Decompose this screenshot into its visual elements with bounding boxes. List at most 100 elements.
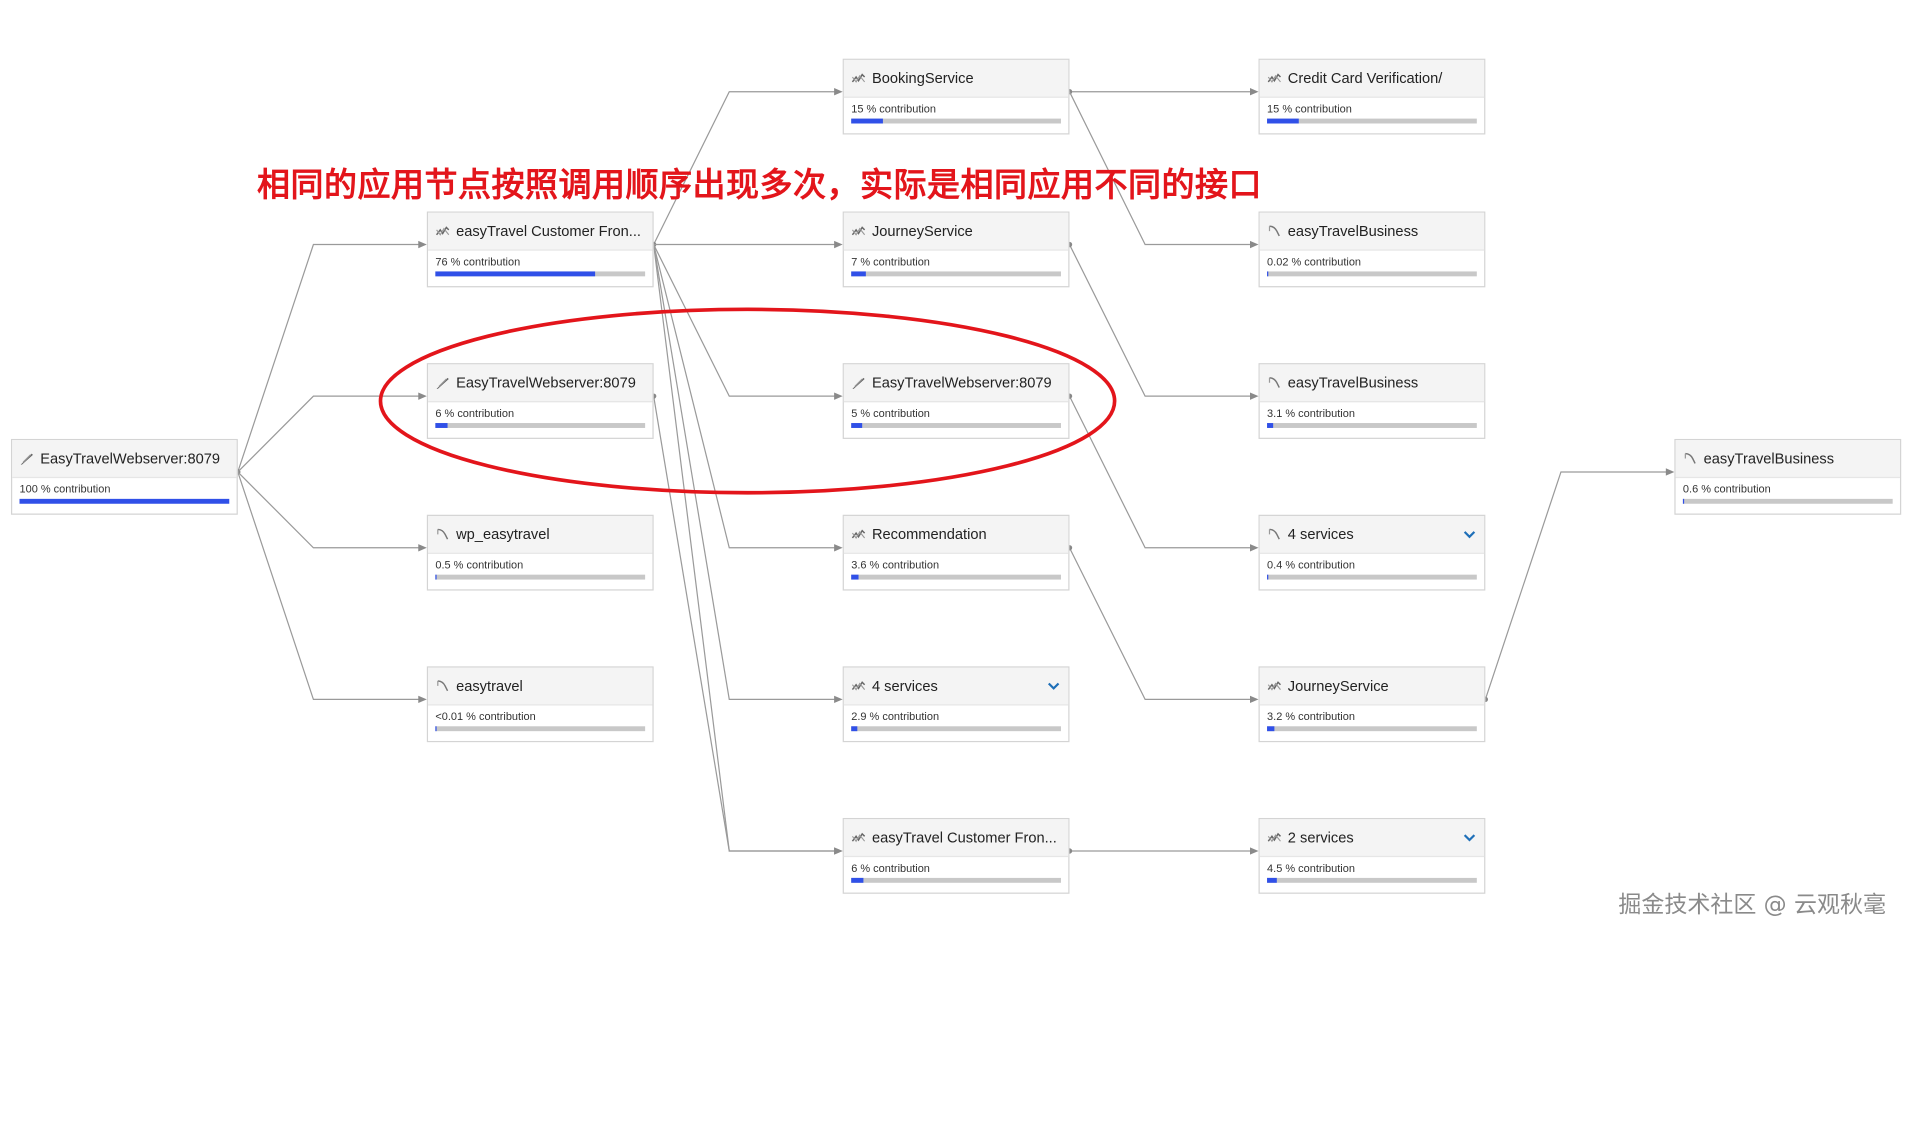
- edge-arrowhead: [1249, 240, 1259, 249]
- service-icon: [851, 679, 866, 694]
- node-title: wp_easytravel: [456, 525, 550, 543]
- contribution-bar: [1267, 423, 1477, 428]
- node-journey-service-second[interactable]: JourneyService 3.2 % contribution: [1258, 666, 1486, 743]
- contribution-bar: [435, 574, 646, 580]
- contribution-bar: [1267, 271, 1477, 277]
- contribution-bar: [435, 423, 646, 428]
- service-icon: [851, 527, 866, 542]
- node-easytravel-business-2[interactable]: easyTravelBusiness 3.1 % contribution: [1258, 363, 1486, 439]
- edge-arrowhead: [1249, 392, 1259, 400]
- contribution-bar: [851, 423, 1061, 428]
- contribution-bar: [851, 118, 1061, 124]
- contribution-label: 7 % contribution: [851, 255, 930, 268]
- node-title: easyTravel Customer Fron...: [456, 222, 641, 240]
- node-easytravel-db[interactable]: easytravel <0.01 % contribution: [426, 666, 654, 743]
- edge-arrowhead: [834, 695, 843, 704]
- service-icon: [851, 224, 866, 239]
- contribution-bar-fill: [435, 271, 595, 277]
- node-title: JourneyService: [871, 222, 973, 240]
- call-edge: [237, 243, 420, 473]
- node-title: EasyTravelWebserver:8079: [456, 374, 636, 392]
- call-edges: [235, 88, 1675, 855]
- node-wp-easytravel[interactable]: wp_easytravel 0.5 % contribution: [426, 514, 654, 591]
- database-icon: [1267, 375, 1282, 390]
- contribution-label: <0.01 % contribution: [435, 710, 536, 723]
- edge-arrowhead: [418, 392, 427, 400]
- service-icon: [851, 830, 866, 845]
- node-header: EasyTravelWebserver:8079: [843, 364, 1069, 403]
- node-4-services-db-group[interactable]: 4 services 0.4 % contribution: [1258, 514, 1486, 591]
- webserver-icon: [20, 451, 35, 466]
- call-edge: [1068, 395, 1252, 549]
- node-4-services-group[interactable]: 4 services 2.9 % contribution: [842, 666, 1070, 743]
- node-header: 4 services: [843, 667, 1069, 706]
- node-easytravel-business-1[interactable]: easyTravelBusiness 0.02 % contribution: [1258, 211, 1486, 288]
- node-webserver-second[interactable]: EasyTravelWebserver:8079 6 % contribution: [426, 363, 654, 439]
- node-header: easytravel: [428, 667, 653, 706]
- node-header: JourneyService: [843, 212, 1069, 251]
- contribution-label: 3.6 % contribution: [851, 558, 940, 572]
- contribution-bar-fill: [851, 574, 859, 580]
- chevron-down-icon[interactable]: [1462, 830, 1477, 845]
- node-title: easyTravelBusiness: [1287, 222, 1419, 240]
- contribution-label: 0.4 % contribution: [1267, 558, 1355, 572]
- node-header: 2 services: [1259, 819, 1485, 858]
- edge-arrowhead: [418, 240, 427, 249]
- contribution-label: 0.02 % contribution: [1267, 255, 1362, 268]
- node-header: EasyTravelWebserver:8079: [428, 364, 653, 403]
- contribution-bar: [1267, 726, 1477, 732]
- node-header: Recommendation: [843, 515, 1069, 554]
- database-icon: [1683, 451, 1698, 466]
- database-icon: [435, 527, 450, 542]
- contribution-bar-fill: [1267, 877, 1277, 883]
- node-credit-card-verification[interactable]: Credit Card Verification/15 % contributi…: [1258, 58, 1486, 135]
- contribution-bar-fill: [435, 423, 448, 428]
- contribution-label: 15 % contribution: [1267, 102, 1352, 115]
- service-icon: [1267, 679, 1282, 694]
- edge-arrowhead: [834, 847, 843, 855]
- annotation-text: 相同的应用节点按照调用顺序出现多次，实际是相同应用不同的接口: [257, 165, 1262, 204]
- node-title: EasyTravelWebserver:8079: [871, 374, 1052, 392]
- contribution-bar-fill: [19, 498, 230, 504]
- contribution-label: 0.6 % contribution: [1682, 482, 1771, 496]
- edge-arrowhead: [1249, 544, 1259, 552]
- contribution-bar: [1267, 877, 1477, 883]
- node-header: easyTravel Customer Fron...: [428, 212, 653, 251]
- contribution-bar: [435, 271, 646, 277]
- node-easytravel-business-3[interactable]: easyTravelBusiness 0.6 % contribution: [1674, 438, 1902, 515]
- node-webserver-root[interactable]: EasyTravelWebserver:8079 100 % contributi…: [10, 438, 238, 515]
- call-edge: [1068, 547, 1252, 700]
- edge-arrowhead: [1249, 847, 1259, 855]
- node-booking-service[interactable]: BookingService 15 % contribution: [842, 58, 1070, 135]
- contribution-bar-fill: [851, 423, 862, 428]
- node-header: BookingService: [843, 59, 1069, 98]
- node-journey-service[interactable]: JourneyService 7 % contribution: [842, 211, 1070, 288]
- contribution-bar-fill: [1267, 271, 1269, 277]
- call-edge: [237, 471, 420, 549]
- contribution-bar-fill: [851, 118, 883, 124]
- contribution-bar-fill: [1267, 423, 1274, 428]
- contribution-label: 6 % contribution: [851, 862, 930, 875]
- node-2-services-group[interactable]: 2 services 4.5 % contribution: [1258, 817, 1486, 894]
- edge-arrowhead: [834, 240, 843, 249]
- node-customer-frontend-second[interactable]: easyTravel Customer Fron... 6 % contribut…: [842, 817, 1070, 894]
- contribution-bar: [19, 498, 230, 504]
- edge-arrowhead: [1249, 88, 1259, 96]
- node-recommendation[interactable]: Recommendation 3.6 % contribution: [842, 514, 1070, 591]
- call-edge: [653, 244, 836, 397]
- chevron-down-icon[interactable]: [1462, 527, 1477, 542]
- node-title: easyTravel Customer Fron...: [871, 828, 1057, 847]
- chevron-down-icon[interactable]: [1046, 679, 1061, 694]
- contribution-bar: [851, 271, 1061, 277]
- contribution-label: 15 % contribution: [851, 102, 937, 115]
- node-customer-frontend[interactable]: easyTravel Customer Fron... 76 % contribu…: [426, 211, 654, 288]
- node-header: wp_easytravel: [428, 515, 653, 554]
- contribution-label: 2.9 % contribution: [851, 710, 940, 723]
- edge-arrowhead: [1665, 468, 1675, 476]
- contribution-bar-fill: [1267, 726, 1274, 732]
- node-webserver-third[interactable]: EasyTravelWebserver:8079 5 % contribution: [842, 363, 1070, 439]
- contribution-bar: [851, 877, 1061, 883]
- database-icon: [1267, 527, 1282, 542]
- watermark: 掘金技术社区 @ 云观秋毫: [1618, 892, 1886, 918]
- service-icon: [1267, 830, 1282, 845]
